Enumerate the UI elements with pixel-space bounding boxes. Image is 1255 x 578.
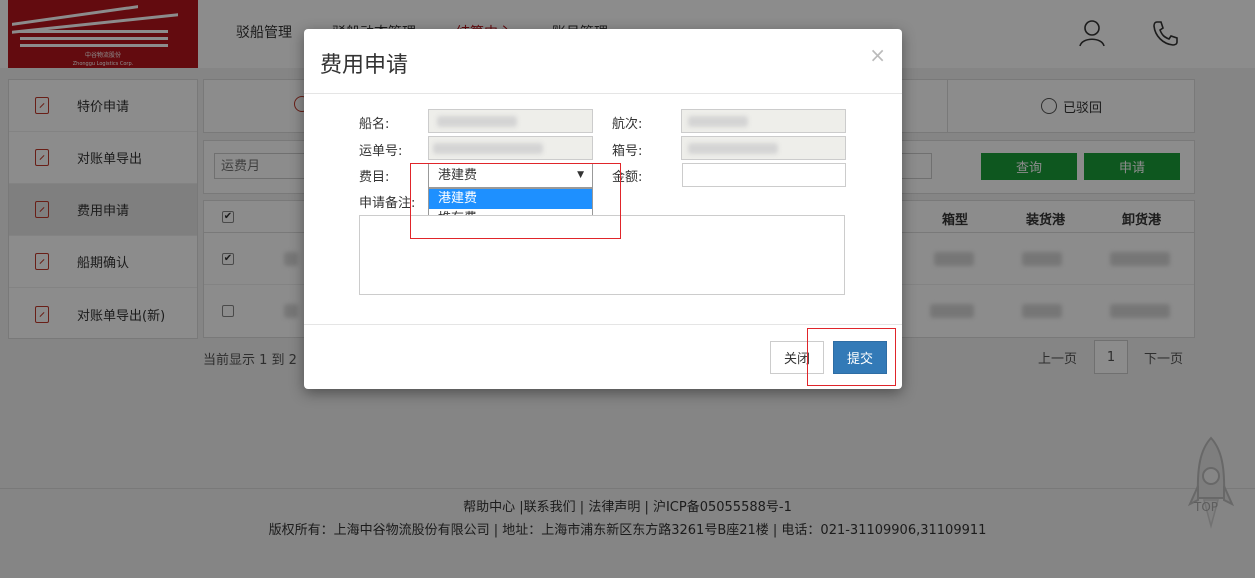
redacted-value <box>688 116 748 127</box>
voyage-label: 航次: <box>612 117 643 132</box>
remark-label: 申请备注: <box>359 196 416 211</box>
annotation-highlight-fee-dropdown <box>410 163 621 239</box>
modal-header: 费用申请 × <box>304 29 902 94</box>
ship-name-label: 船名: <box>359 117 390 132</box>
voyage-field[interactable] <box>681 109 846 133</box>
redacted-value <box>688 143 778 154</box>
waybill-no-field[interactable] <box>428 136 593 160</box>
waybill-no-label: 运单号: <box>359 144 403 159</box>
annotation-highlight-submit <box>807 328 896 386</box>
amount-field[interactable] <box>682 163 846 187</box>
redacted-value <box>437 116 517 127</box>
fee-item-label: 费目: <box>359 170 390 185</box>
ship-name-field[interactable] <box>428 109 593 133</box>
container-no-field[interactable] <box>681 136 846 160</box>
redacted-value <box>433 143 543 154</box>
container-no-label: 箱号: <box>612 144 643 159</box>
modal-title: 费用申请 <box>320 53 409 78</box>
close-icon[interactable]: × <box>869 43 886 67</box>
